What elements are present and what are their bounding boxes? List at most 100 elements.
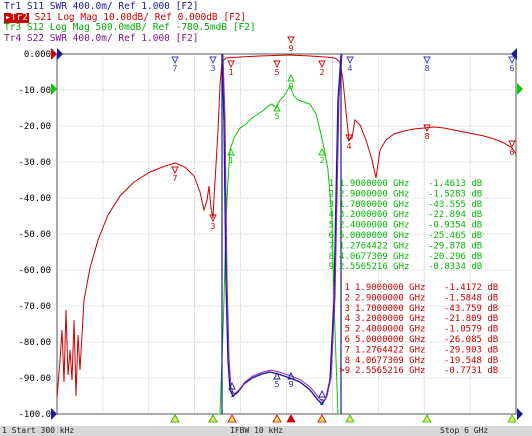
marker-s11-dip-2-label: 2 — [320, 398, 325, 407]
marker-frequency: 1.7000000 GHz — [339, 200, 409, 210]
marker-value: -26.085 dB — [444, 335, 498, 345]
marker-s12-9-label: 9 — [289, 82, 294, 91]
y-tick-label: -90.00 — [18, 374, 51, 384]
marker-number: 3 — [329, 200, 334, 210]
chart-area[interactable]: 0.000 -10.00 -20.00 -30.00 -40.00 -50.00 -60.0… — [0, 0, 532, 426]
marker-value: -1.4613 dB — [428, 179, 482, 189]
marker-value: -1.4172 dB — [444, 283, 498, 293]
y-tick-label: -20.00 — [18, 122, 51, 132]
marker-frequency: 1.2764422 GHz — [339, 241, 409, 251]
marker-number: 6 — [329, 231, 334, 241]
marker-s12-5-label: 5 — [275, 112, 280, 121]
ref-arrow-bottom-right — [517, 408, 523, 420]
bottom-marker — [507, 414, 517, 423]
marker-frequency: 1.2764422 GHz — [355, 345, 425, 355]
marker-frequency: 2.4000000 GHz — [339, 221, 409, 231]
marker-s21-9-label: 9 — [289, 44, 294, 53]
bottom-marker — [272, 414, 282, 423]
marker-number: 3 — [345, 304, 350, 314]
marker-frequency: 2.4000000 GHz — [355, 325, 425, 335]
marker-number: 2 — [329, 189, 334, 199]
marker-number: 7 — [329, 241, 334, 251]
marker-value: -0.8334 dB — [428, 262, 482, 272]
bottom-marker — [227, 414, 237, 423]
ref-arrow-s12 — [51, 83, 57, 95]
marker-value: -1.5283 dB — [428, 189, 482, 199]
y-tick-label: -50.00 — [18, 230, 51, 240]
marker-frequency: 2.9000000 GHz — [355, 293, 425, 303]
marker-frequency: 2.9000000 GHz — [339, 189, 409, 199]
ref-arrow-s21 — [51, 48, 57, 60]
marker-s12-1-label: 1 — [229, 156, 234, 165]
marker-number: 7 — [345, 345, 350, 355]
marker-s11-7-label: 7 — [173, 64, 178, 73]
marker-value: -0.7731 dB — [444, 366, 498, 376]
bottom-marker — [317, 414, 327, 423]
marker-value: -22.894 dB — [428, 210, 482, 220]
marker-s21-7-label: 7 — [173, 174, 178, 183]
y-tick-label: 0.000 — [24, 50, 51, 60]
marker-value: -19.548 dB — [444, 356, 498, 366]
marker-frequency: 2.5565216 GHz — [339, 262, 409, 272]
y-tick-label: -80.00 — [18, 338, 51, 348]
marker-value: -43.555 dB — [428, 200, 482, 210]
ifbw-label: IFBW 10 kHz — [230, 426, 283, 435]
marker-frequency: 5.0000000 GHz — [339, 231, 409, 241]
y-tick-label: -40.00 — [18, 194, 51, 204]
marker-number: 8 — [329, 252, 334, 262]
y-tick-label: -10.00 — [18, 86, 51, 96]
status-bar: 1 Start 300 kHz IFBW 10 kHz Stop 6 GHz — [0, 426, 532, 436]
marker-s11-8-label: 8 — [425, 64, 430, 73]
marker-s11-3-label: 3 — [211, 64, 216, 73]
marker-value: -1.0579 dB — [444, 325, 498, 335]
marker-number: 5 — [329, 221, 334, 231]
marker-number: >9 — [339, 366, 350, 376]
ref-arrow-right-s12 — [517, 83, 523, 95]
marker-frequency: 1.9000000 GHz — [355, 283, 425, 293]
marker-number: 6 — [345, 335, 350, 345]
marker-s11-dip-5-label: 5 — [275, 380, 280, 389]
marker-number: 4 — [329, 210, 334, 220]
y-tick-label: -70.00 — [18, 302, 51, 312]
marker-value: -1.5848 dB — [444, 293, 498, 303]
marker-number: 9 — [329, 262, 334, 272]
marker-frequency: 4.0677309 GHz — [339, 252, 409, 262]
marker-value: -29.903 dB — [444, 345, 498, 355]
marker-s21-1-label: 1 — [229, 68, 234, 77]
marker-s21-3-label: 3 — [211, 222, 216, 231]
marker-s11-dip-1-label: 1 — [230, 390, 235, 399]
y-tick-label: -100.0 — [18, 410, 51, 420]
marker-frequency: 3.2000000 GHz — [339, 210, 409, 220]
marker-frequency: 2.5565216 GHz — [355, 366, 425, 376]
marker-number: 8 — [345, 356, 350, 366]
marker-frequency: 1.7000000 GHz — [355, 304, 425, 314]
marker-value: -25.465 dB — [428, 231, 482, 241]
marker-table-green: 1 1.9000000 GHz -1.4613 dB 2 2.9000000 GHz -1… — [329, 179, 483, 272]
marker-s21-4-label: 4 — [347, 142, 352, 151]
marker-s11-dip-9-label: 9 — [289, 380, 294, 389]
marker-table-red: 1 1.9000000 GHz -1.4172 dB 2 2.9000000 GHz -1… — [339, 283, 498, 376]
marker-s21-2-label: 2 — [320, 68, 325, 77]
bottom-marker — [345, 414, 355, 423]
marker-frequency: 4.0677309 GHz — [355, 356, 425, 366]
marker-s11-4-label: 4 — [348, 64, 353, 73]
bottom-marker — [170, 414, 180, 423]
marker-frequency: 3.2000000 GHz — [355, 314, 425, 324]
marker-number: 1 — [345, 283, 350, 293]
bottom-marker — [286, 414, 296, 423]
marker-s12-2-label: 2 — [320, 156, 325, 165]
marker-number: 1 — [329, 179, 334, 189]
marker-s21-9 — [287, 36, 295, 45]
marker-s21-6-label: 6 — [510, 148, 515, 157]
ref-arrow-bottom — [51, 408, 57, 420]
y-tick-label: -30.00 — [18, 158, 51, 168]
marker-number: 5 — [345, 325, 350, 335]
marker-s11-6-label: 6 — [510, 64, 515, 73]
marker-value: -20.296 dB — [428, 252, 482, 262]
marker-value: -43.759 dB — [444, 304, 498, 314]
marker-number: 2 — [345, 293, 350, 303]
vna-window: Tr1 S11 SWR 400.0m/ Ref 1.000 [F2] ▸Tr2 S… — [0, 0, 532, 436]
stop-frequency: Stop 6 GHz — [440, 426, 489, 435]
marker-frequency: 5.0000000 GHz — [355, 335, 425, 345]
y-tick-label: -60.00 — [18, 266, 51, 276]
